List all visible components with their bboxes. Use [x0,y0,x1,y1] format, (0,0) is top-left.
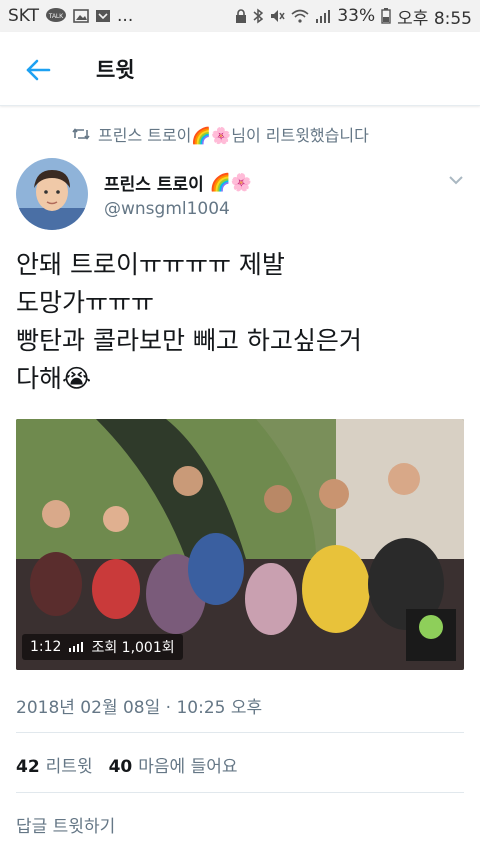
divider [16,732,464,733]
divider [16,792,464,793]
author-display-name: 프린스 트로이 [104,175,204,195]
carrier-label: SKT [8,6,40,26]
author-handle[interactable]: @wnsgml1004 [104,199,230,219]
svg-text:TALK: TALK [49,14,64,20]
likes-stat[interactable]: 40 마음에 들어요 [109,752,238,777]
signal-bars-icon [69,642,84,652]
retweet-suffix: 님이 리트윗했습니다 [231,126,369,145]
image-notification-icon [73,9,89,23]
battery-percent: 33% [337,6,376,26]
retweets-stat[interactable]: 42 리트윗 [16,752,93,777]
avatar[interactable] [16,158,88,230]
tweet-timestamp: 2018년 02월 08일 · 10:25 오후 [16,698,263,718]
video-views: 조회 1,001회 [91,640,175,656]
clock: 오후 8:55 [397,8,472,29]
battery-icon [381,8,391,24]
signal-icon [316,10,331,23]
app-header: 트윗 [0,32,480,106]
retweets-count: 42 [16,757,40,777]
tweet-text: 안돼 트로이ㅠㅠㅠㅠ 제발 도망가ㅠㅠㅠ 빵탄과 콜라보만 빼고 하고싶은거 다… [16,250,362,393]
video-info-overlay: 1:12 조회 1,001회 [22,634,183,660]
avatar-photo [16,158,88,230]
video-duration: 1:12 [30,639,62,655]
page-title: 트윗 [96,58,135,82]
back-button[interactable] [22,54,54,86]
video-thumbnail [16,419,464,670]
wifi-icon [291,9,309,23]
talk-notification-icon: TALK [46,8,67,22]
video-player[interactable]: 1:12 조회 1,001회 [16,419,464,670]
status-bar: SKT TALK ... 33% 오후 8:55 [0,0,480,32]
back-arrow-icon [26,59,51,81]
retweet-icon [72,128,90,140]
lock-icon [236,8,247,23]
tweet-stats: 42 리트윗 40 마음에 들어요 [16,752,238,777]
author-name[interactable]: 프린스 트로이 🌈🌸 [104,170,253,196]
mute-icon [271,10,285,22]
retweets-label: 리트윗 [45,757,93,777]
retweet-context[interactable]: 프린스 트로이🌈🌸 님이 리트윗했습니다 [72,122,369,146]
bluetooth-icon [253,8,264,24]
more-notifications: ... [117,6,134,26]
likes-count: 40 [108,757,133,777]
author-emojis: 🌈🌸 [209,172,253,193]
likes-label: 마음에 들어요 [138,757,238,777]
download-notification-icon [96,10,111,22]
reply-input[interactable]: 답글 트윗하기 [16,812,115,837]
chevron-down-icon[interactable] [446,170,466,190]
retweeter-name: 프린스 트로이🌈🌸 [98,126,232,145]
